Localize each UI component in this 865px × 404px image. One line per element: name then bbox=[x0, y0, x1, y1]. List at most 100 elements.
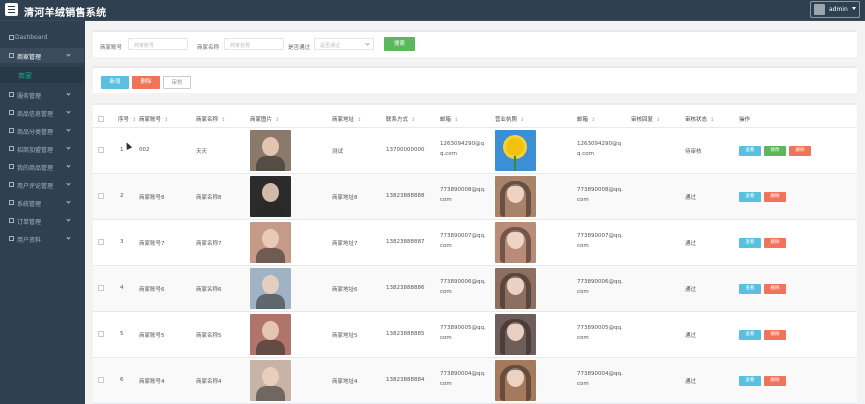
row-checkbox[interactable] bbox=[98, 239, 104, 245]
view-button[interactable]: 查看 bbox=[739, 146, 761, 156]
sort-icon[interactable]: ↕ bbox=[132, 117, 136, 123]
delete-row-button[interactable]: 删除 bbox=[764, 192, 786, 202]
merchant-account: 商家账号4 bbox=[139, 379, 165, 385]
column-header[interactable]: 联系方式 ↕ bbox=[386, 115, 415, 123]
column-header[interactable]: 商家图片 ↕ bbox=[250, 115, 279, 123]
table-row: 6 商家账号4 商家名称4 商家地址4 13823888884 773890004@qq.… bbox=[93, 358, 857, 404]
row-checkbox[interactable] bbox=[98, 285, 104, 291]
sidebar-item-label: 服务管理 bbox=[17, 93, 42, 100]
sidebar-item-5[interactable]: 招商加盟管理 bbox=[0, 141, 84, 156]
sort-icon[interactable]: ↕ bbox=[520, 117, 524, 123]
add-button[interactable]: 新增 bbox=[101, 76, 129, 89]
tag-icon bbox=[9, 128, 14, 133]
sort-icon[interactable]: ↕ bbox=[221, 117, 225, 123]
review-button[interactable]: 审核 bbox=[163, 76, 191, 89]
column-header[interactable]: 商家名称 ↕ bbox=[196, 115, 225, 123]
handshake-icon bbox=[9, 146, 14, 151]
row-index: 4 bbox=[120, 285, 124, 291]
merchant-email-2: 773890005@qq. bbox=[577, 325, 623, 331]
sidebar-item-3[interactable]: 商品信息管理 bbox=[0, 105, 84, 120]
sidebar-item-0[interactable]: Dashboard bbox=[0, 30, 84, 45]
cart-icon bbox=[9, 164, 14, 169]
view-button[interactable]: 查看 bbox=[739, 192, 761, 202]
chevron-down-icon bbox=[66, 163, 71, 168]
pass-select[interactable]: 是否通过 bbox=[314, 38, 374, 50]
sidebar-item-label: 商家管理 bbox=[17, 54, 42, 61]
sidebar-item-10[interactable]: 用户资料 bbox=[0, 231, 84, 246]
view-button[interactable]: 查看 bbox=[739, 284, 761, 294]
sidebar-item-8[interactable]: 系统管理 bbox=[0, 195, 84, 210]
search-button[interactable]: 搜索 bbox=[384, 37, 415, 51]
edit-button[interactable]: 修改 bbox=[764, 146, 786, 156]
store-icon bbox=[9, 53, 14, 58]
sort-icon[interactable]: ↕ bbox=[591, 117, 595, 123]
sort-icon[interactable]: ↕ bbox=[454, 117, 458, 123]
sort-icon[interactable]: ↕ bbox=[656, 117, 660, 123]
view-button[interactable]: 查看 bbox=[739, 376, 761, 386]
column-header[interactable]: 操作 bbox=[739, 115, 750, 123]
column-header[interactable]: 商家账号 ↕ bbox=[139, 115, 168, 123]
row-index: 5 bbox=[120, 331, 124, 337]
column-header-label: 操作 bbox=[739, 117, 751, 123]
sidebar-item-1[interactable]: 商家管理 bbox=[0, 48, 84, 63]
view-button[interactable]: 查看 bbox=[739, 238, 761, 248]
merchant-email-2-cont: com bbox=[577, 289, 589, 295]
user-menu[interactable]: admin bbox=[810, 1, 860, 18]
sidebar-item-label: 商品分类管理 bbox=[17, 129, 54, 136]
delete-button[interactable]: 删除 bbox=[132, 76, 160, 89]
merchant-account: 商家账号8 bbox=[139, 195, 165, 201]
sidebar-item-label: 用户评论管理 bbox=[17, 183, 54, 190]
sidebar-item-7[interactable]: 用户评论管理 bbox=[0, 177, 84, 192]
column-header[interactable]: 邮箱 ↕ bbox=[577, 115, 595, 123]
delete-row-button[interactable]: 删除 bbox=[789, 146, 811, 156]
merchant-email: 1263094290@q bbox=[440, 141, 484, 147]
delete-row-button[interactable]: 删除 bbox=[764, 284, 786, 294]
merchant-name: 天天 bbox=[196, 149, 208, 155]
merchant-email-cont: q.com bbox=[440, 151, 457, 157]
merchant-address: 商家地址8 bbox=[332, 195, 358, 201]
row-checkbox[interactable] bbox=[98, 193, 104, 199]
merchant-email-2: 773890006@qq. bbox=[577, 279, 623, 285]
column-header[interactable]: 审核回复 ↕ bbox=[631, 115, 660, 123]
comment-icon bbox=[9, 182, 14, 187]
review-status: 通过 bbox=[685, 195, 697, 201]
row-checkbox[interactable] bbox=[98, 331, 104, 337]
delete-row-button[interactable]: 删除 bbox=[764, 330, 786, 340]
column-header-label: 商家图片 bbox=[250, 117, 273, 123]
sidebar-item-4[interactable]: 商品分类管理 bbox=[0, 123, 84, 138]
row-checkbox[interactable] bbox=[98, 147, 104, 153]
search-panel: 商家账号 商家账号 商家名称 商家名称 是否通过 是否通过 搜索 bbox=[93, 30, 857, 57]
merchant-email-cont: com bbox=[440, 381, 452, 387]
column-header[interactable]: 营业执照 ↕ bbox=[495, 115, 524, 123]
column-header[interactable]: 审核状态 ↕ bbox=[685, 115, 714, 123]
sidebar-item-2[interactable]: 服务管理 bbox=[0, 87, 84, 102]
delete-row-button[interactable]: 删除 bbox=[764, 376, 786, 386]
select-all-checkbox[interactable] bbox=[98, 116, 104, 122]
merchant-email-2-cont: q.com bbox=[577, 151, 594, 157]
view-button[interactable]: 查看 bbox=[739, 330, 761, 340]
merchant-email-2: 773890008@qq. bbox=[577, 187, 623, 193]
sort-icon[interactable]: ↕ bbox=[275, 117, 279, 123]
merchant-photo bbox=[250, 268, 291, 309]
merchant-email-2: 773890004@qq. bbox=[577, 371, 623, 377]
sort-icon[interactable]: ↕ bbox=[164, 117, 168, 123]
sort-icon[interactable]: ↕ bbox=[710, 117, 714, 123]
name-input[interactable]: 商家名称 bbox=[224, 38, 284, 50]
review-status: 通过 bbox=[685, 287, 697, 293]
row-index: 6 bbox=[120, 377, 124, 383]
column-header[interactable]: 邮箱 ↕ bbox=[440, 115, 458, 123]
menu-toggle-icon[interactable] bbox=[5, 3, 18, 16]
account-input[interactable]: 商家账号 bbox=[128, 38, 188, 50]
chevron-down-icon bbox=[852, 7, 856, 10]
column-header-label: 邮箱 bbox=[440, 117, 452, 123]
sidebar-subitem-merchant[interactable]: 商家 bbox=[0, 67, 84, 83]
delete-row-button[interactable]: 删除 bbox=[764, 238, 786, 248]
column-header[interactable]: 商家地址 ↕ bbox=[332, 115, 361, 123]
sidebar-item-9[interactable]: 订单管理 bbox=[0, 213, 84, 228]
sort-icon[interactable]: ↕ bbox=[357, 117, 361, 123]
row-checkbox[interactable] bbox=[98, 377, 104, 383]
column-header[interactable]: 序号 ↕ bbox=[118, 115, 136, 123]
sidebar-item-6[interactable]: 我的商品管理 bbox=[0, 159, 84, 174]
sort-icon[interactable]: ↕ bbox=[411, 117, 415, 123]
sidebar-item-label: 招商加盟管理 bbox=[17, 147, 54, 154]
